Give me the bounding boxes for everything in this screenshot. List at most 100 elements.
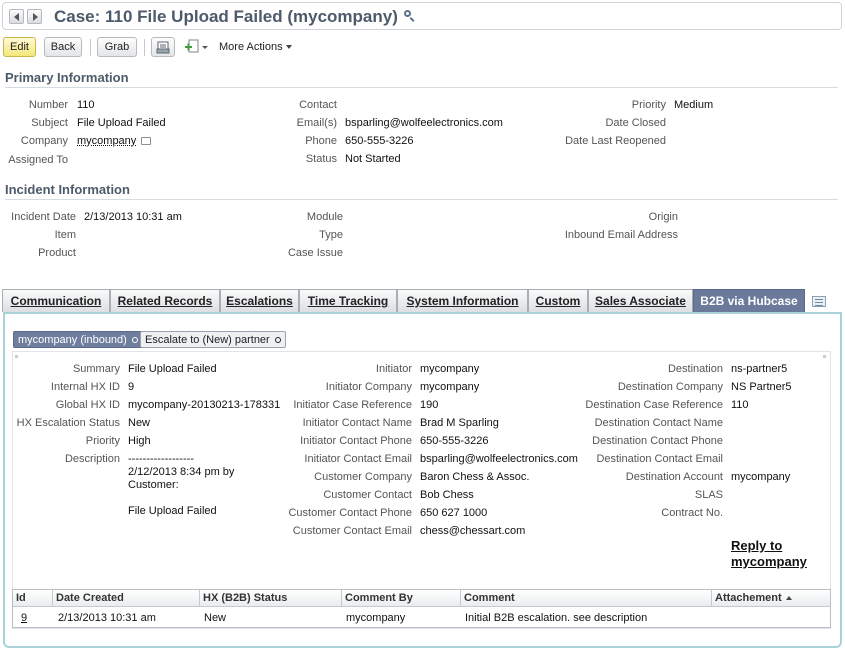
reply-link-line: mycompany [731, 554, 807, 569]
print-icon [156, 41, 170, 53]
table-row-comment: Initial B2B escalation. see description [465, 611, 648, 624]
subtab-mycompany-inbound[interactable]: mycompany (inbound) [13, 331, 143, 348]
description-label: Description [64, 453, 120, 465]
assigned-to-label: Assigned To [8, 154, 68, 166]
resize-handle-icon [823, 355, 826, 358]
tab-time-tracking[interactable]: Time Tracking [299, 289, 397, 312]
description-line: 2/12/2013 8:34 pm by [128, 466, 235, 478]
table-row-attachement [712, 609, 830, 626]
column-header-comment-by[interactable]: Comment By [342, 590, 461, 607]
column-header-id[interactable]: Id [13, 590, 53, 607]
date-last-reopened-label: Date Last Reopened [565, 135, 666, 147]
title-bar: Case: 110 File Upload Failed (mycompany) [2, 2, 842, 30]
origin-label: Origin [648, 211, 678, 223]
toolbar-divider [90, 39, 91, 56]
print-button[interactable] [151, 37, 175, 57]
hx-escalation-status-value: New [128, 417, 151, 429]
table-row-id-link[interactable]: 9 [17, 609, 53, 626]
number-value: 110 [77, 99, 95, 111]
customer-contact-email-label: Customer Contact Email [292, 525, 412, 537]
b2b-priority-label: Priority [85, 435, 120, 447]
subtab-escalate-to-new-partner[interactable]: Escalate to (New) partner [140, 331, 286, 348]
more-actions-menu[interactable]: More Actions [219, 41, 292, 53]
initiator-company-label: Initiator Company [325, 381, 412, 393]
chevron-down-icon [285, 45, 292, 49]
grab-button[interactable]: Grab [97, 37, 137, 57]
close-icon[interactable] [131, 336, 138, 343]
b2b-priority-value: High [128, 435, 151, 447]
type-label: Type [319, 229, 343, 241]
reply-to-mycompany-link[interactable]: Reply to mycompany [731, 538, 807, 570]
incident-information-heading: Incident Information [5, 182, 838, 200]
priority-value: Medium [674, 99, 714, 111]
hx-escalation-status-label: HX Escalation Status [16, 417, 120, 429]
description-line: ------------------ [128, 453, 194, 465]
destination-contact-email-label: Destination Contact Email [596, 453, 723, 465]
incident-date-label: Incident Date [11, 211, 76, 223]
column-header-comment[interactable]: Comment [461, 590, 712, 607]
priority-label: Priority [631, 99, 666, 111]
table-row-hx-status: New [204, 611, 227, 624]
edit-button[interactable]: Edit [3, 37, 36, 57]
customer-contact-label: Customer Contact [323, 489, 412, 501]
global-hx-id-label: Global HX ID [55, 399, 120, 411]
destination-company-value: NS Partner5 [731, 381, 792, 393]
page-title: Case: 110 File Upload Failed (mycompany) [54, 7, 415, 27]
tab-sales-associate[interactable]: Sales Associate [588, 289, 693, 312]
summary-value: File Upload Failed [128, 363, 217, 375]
slas-label: SLAS [694, 489, 723, 501]
tab-b2b-via-hubcase[interactable]: B2B via Hubcase [693, 289, 805, 312]
global-hx-id-value: mycompany-20130213-178331 [128, 399, 281, 411]
back-button[interactable]: Back [44, 37, 82, 57]
initiator-company-value: mycompany [420, 381, 480, 393]
destination-contact-phone-label: Destination Contact Phone [592, 435, 723, 447]
tab-list-menu-icon[interactable] [812, 296, 826, 307]
tab-system-information[interactable]: System Information [397, 289, 528, 312]
initiator-contact-phone-value: 650-555-3226 [420, 435, 489, 447]
phone-value: 650-555-3226 [345, 135, 414, 147]
initiator-contact-name-label: Initiator Contact Name [302, 417, 412, 429]
resize-handle-icon [15, 355, 18, 358]
destination-company-label: Destination Company [617, 381, 723, 393]
search-icon[interactable] [403, 10, 415, 22]
tab-escalations[interactable]: Escalations [220, 289, 299, 312]
column-header-attachement-label: Attachement [715, 592, 782, 604]
status-value: Not Started [345, 153, 401, 165]
comment-icon[interactable] [141, 137, 152, 145]
description-line: File Upload Failed [128, 505, 217, 517]
column-header-date-created[interactable]: Date Created [53, 590, 200, 607]
tab-custom[interactable]: Custom [528, 289, 588, 312]
case-issue-label: Case Issue [287, 247, 343, 259]
destination-contact-name-label: Destination Contact Name [594, 417, 723, 429]
initiator-contact-name-value: Brad M Sparling [420, 417, 499, 429]
company-link[interactable]: mycompany [77, 135, 136, 147]
customer-contact-value: Bob Chess [420, 489, 474, 501]
initiator-case-reference-value: 190 [420, 399, 439, 411]
column-header-hx-status[interactable]: HX (B2B) Status [200, 590, 342, 607]
item-label: Item [54, 229, 76, 241]
inbound-email-address-label: Inbound Email Address [564, 229, 678, 241]
tab-communication[interactable]: Communication [2, 289, 110, 312]
column-header-attachement[interactable]: Attachement [712, 590, 830, 607]
initiator-contact-phone-label: Initiator Contact Phone [300, 435, 412, 447]
destination-account-value: mycompany [731, 471, 791, 483]
back-arrow-icon[interactable] [9, 9, 24, 24]
comments-grid: Id Date Created HX (B2B) Status Comment … [12, 589, 831, 628]
customer-contact-phone-label: Customer Contact Phone [288, 507, 412, 519]
customer-contact-phone-value: 650 627 1000 [420, 507, 488, 519]
forward-arrow-icon[interactable] [27, 9, 42, 24]
date-closed-label: Date Closed [605, 117, 666, 129]
tab-related-records[interactable]: Related Records [110, 289, 220, 312]
internal-hx-id-label: Internal HX ID [50, 381, 120, 393]
internal-hx-id-value: 9 [128, 381, 135, 393]
initiator-value: mycompany [420, 363, 480, 375]
close-icon[interactable] [274, 336, 281, 343]
initiator-label: Initiator [375, 363, 412, 375]
number-label: Number [28, 99, 68, 111]
initiator-contact-email-label: Initiator Contact Email [304, 453, 412, 465]
subject-label: Subject [31, 117, 68, 129]
destination-case-reference-label: Destination Case Reference [585, 399, 723, 411]
subtab-label: Escalate to (New) partner [145, 333, 270, 346]
sort-ascending-icon [785, 596, 792, 600]
new-record-button[interactable] [183, 37, 211, 57]
